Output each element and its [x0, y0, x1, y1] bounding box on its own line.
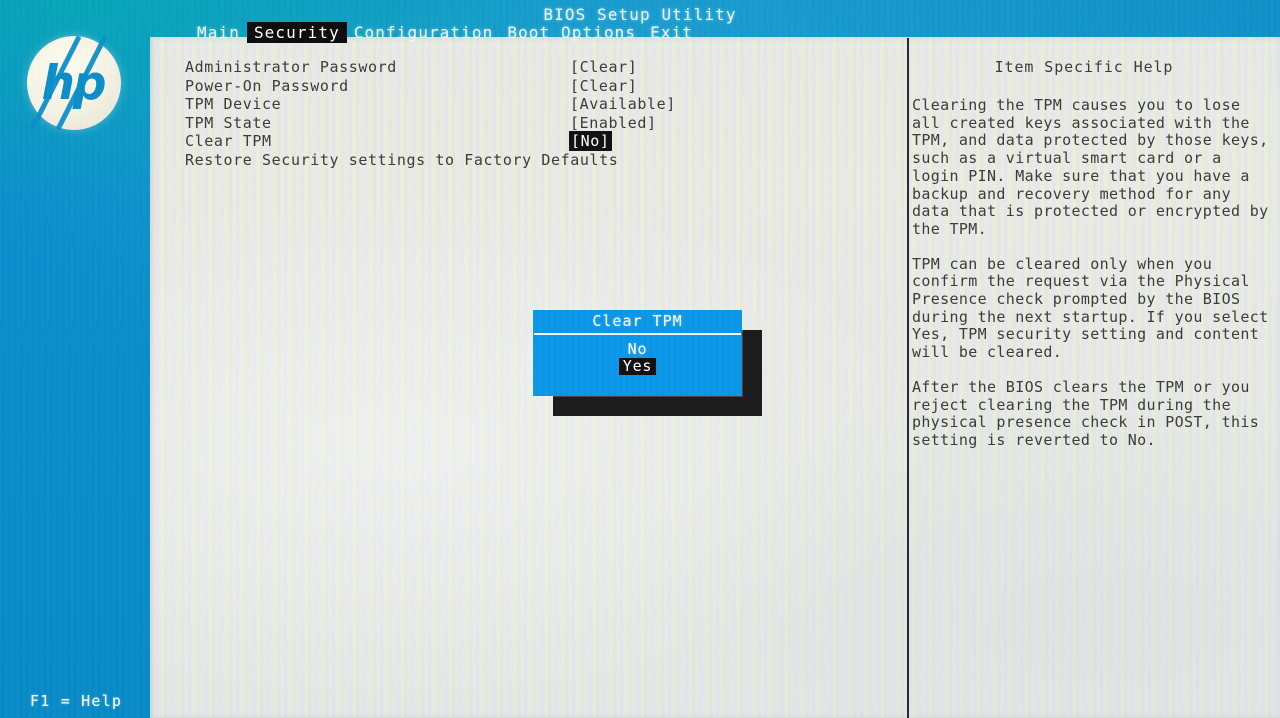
hp-logo-icon: hp — [27, 35, 121, 131]
setting-row-tpm-device[interactable]: TPM Device [Available] — [185, 95, 705, 114]
dialog-title: Clear TPM — [592, 312, 683, 330]
left-rail: hp F1 = Help — [0, 0, 150, 718]
setting-row-clear-tpm[interactable]: Clear TPM [No] — [185, 132, 705, 151]
setting-value[interactable]: [Enabled] — [570, 114, 657, 132]
setting-value[interactable]: [Available] — [570, 95, 676, 113]
status-hint-f1-help: F1 = Help — [30, 692, 123, 710]
help-paragraph: TPM can be cleared only when you confirm… — [912, 254, 1269, 362]
setting-row-restore-security-defaults[interactable]: Restore Security settings to Factory Def… — [185, 151, 705, 170]
dialog-separator — [534, 333, 741, 335]
dialog-option-label: No — [627, 340, 648, 358]
help-paragraph: After the BIOS clears the TPM or you rej… — [912, 377, 1260, 449]
item-specific-help-pane: Item Specific Help Clearing the TPM caus… — [912, 58, 1272, 467]
setting-label: Administrator Password — [185, 58, 397, 76]
tab-security[interactable]: Security — [246, 22, 347, 43]
tab-boot-options[interactable]: Boot Options — [500, 22, 643, 43]
setting-label: Restore Security settings to Factory Def… — [185, 150, 619, 169]
setting-label: Clear TPM — [185, 132, 272, 150]
bios-setup-screen: hp F1 = Help BIOS Setup Utility Main Sec… — [0, 0, 1280, 718]
setting-label: Power-On Password — [185, 76, 349, 95]
tab-main[interactable]: Main — [190, 22, 247, 43]
tab-configuration[interactable]: Configuration — [347, 22, 501, 43]
setting-row-administrator-password[interactable]: Administrator Password [Clear] — [185, 58, 705, 77]
setting-label: TPM Device — [185, 95, 282, 113]
menubar: Main Security Configuration Boot Options… — [190, 22, 700, 43]
setting-row-tpm-state[interactable]: TPM State [Enabled] — [185, 114, 705, 133]
clear-tpm-dialog: Clear TPM No Yes — [533, 310, 742, 396]
setting-label: TPM State — [185, 113, 272, 132]
setting-value-selected[interactable]: [No] — [570, 132, 611, 150]
help-pane-title: Item Specific Help — [994, 58, 1174, 76]
setting-row-power-on-password[interactable]: Power-On Password [Clear] — [185, 77, 705, 96]
dialog-option-yes[interactable]: Yes — [533, 358, 742, 375]
dialog-option-label: Yes — [618, 358, 657, 375]
help-paragraph: Clearing the TPM causes you to lose all … — [912, 96, 1269, 238]
panel-divider — [907, 38, 909, 718]
settings-list: Administrator Password [Clear] Power-On … — [185, 58, 705, 169]
setting-value[interactable]: [Clear] — [570, 77, 637, 95]
dialog-option-list: No Yes — [533, 335, 742, 375]
tab-exit[interactable]: Exit — [643, 22, 700, 43]
dialog-option-no[interactable]: No — [533, 341, 742, 358]
setting-value[interactable]: [Clear] — [570, 58, 637, 76]
